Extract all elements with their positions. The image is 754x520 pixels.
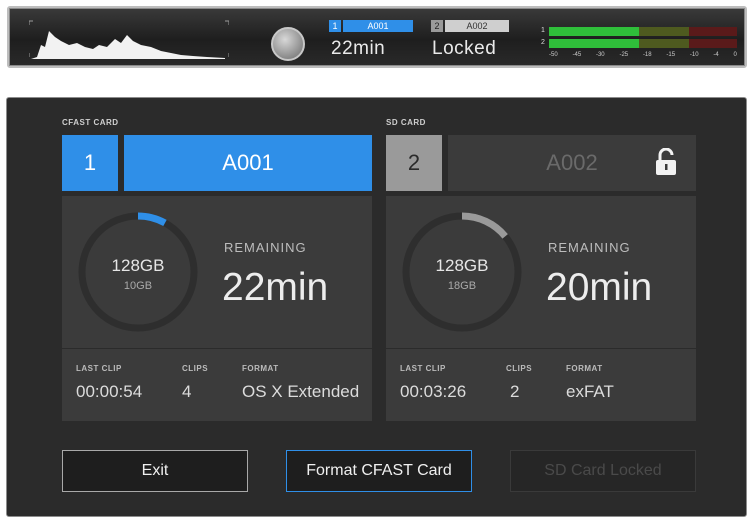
audio-meters: 1 2 -50 -45 -30 -25 -18 -15 -10 -4 0 bbox=[541, 24, 745, 66]
audio-scale-tick: -25 bbox=[619, 52, 629, 58]
audio-channel-1-label: 1 bbox=[541, 27, 545, 34]
sd-card-name-text: A002 bbox=[546, 150, 598, 175]
cfast-last-clip-label: LAST CLIP bbox=[76, 364, 122, 373]
sd-remaining-label: REMAINING bbox=[548, 240, 631, 255]
sd-last-clip-value: 00:03:26 bbox=[400, 382, 467, 401]
cfast-clips-value: 4 bbox=[182, 382, 192, 401]
histogram bbox=[29, 20, 229, 59]
sd-clips-value: 2 bbox=[510, 382, 520, 401]
sd-section-label: SD CARD bbox=[386, 118, 426, 127]
top-slot1-remaining: 22min bbox=[331, 38, 386, 59]
top-slot1-name: A001 bbox=[343, 20, 413, 32]
audio-scale-tick: -45 bbox=[572, 52, 582, 58]
cfast-remaining-value: 22min bbox=[222, 266, 329, 309]
top-slot2-badge: 2 A002 bbox=[431, 20, 509, 32]
cfast-divider bbox=[62, 348, 372, 349]
top-slot1-badge: 1 A001 bbox=[329, 20, 413, 32]
audio-scale-tick: -18 bbox=[642, 52, 652, 58]
cfast-capacity-used: 10GB bbox=[123, 280, 153, 292]
audio-scale-tick: -4 bbox=[713, 52, 719, 58]
cfast-last-clip-value: 00:00:54 bbox=[76, 382, 143, 401]
exit-button[interactable]: Exit bbox=[62, 450, 248, 492]
media-panel: CFAST CARD 1 A001 128GB 10GB REMAINING 2… bbox=[6, 97, 747, 517]
top-slot2-number: 2 bbox=[431, 20, 443, 32]
sd-card-info[interactable]: 128GB 18GB REMAINING 20min LAST CLIP 00:… bbox=[386, 196, 696, 421]
sd-remaining-value: 20min bbox=[546, 266, 653, 309]
sd-card-locked-button[interactable]: SD Card Locked bbox=[510, 450, 696, 492]
audio-scale: -50 -45 -30 -25 -18 -15 -10 -4 0 bbox=[549, 52, 737, 58]
sd-format-label: FORMAT bbox=[566, 364, 603, 373]
audio-scale-tick: 0 bbox=[733, 52, 737, 58]
cfast-format-label: FORMAT bbox=[242, 364, 279, 373]
cfast-card-info[interactable]: 128GB 10GB REMAINING 22min LAST CLIP 00:… bbox=[62, 196, 372, 421]
cfast-capacity-total: 128GB bbox=[111, 256, 165, 275]
audio-channel-2-label: 2 bbox=[541, 39, 545, 46]
cfast-clips-label: CLIPS bbox=[182, 364, 209, 373]
top-slot2-status: Locked bbox=[432, 38, 497, 59]
cfast-slot-number[interactable]: 1 bbox=[62, 135, 118, 191]
sd-clips-label: CLIPS bbox=[506, 364, 533, 373]
audio-scale-tick: -10 bbox=[689, 52, 699, 58]
unlock-icon bbox=[656, 148, 676, 175]
audio-scale-tick: -50 bbox=[549, 52, 558, 58]
cfast-remaining-label: REMAINING bbox=[224, 240, 307, 255]
cfast-card-name[interactable]: A001 bbox=[124, 135, 372, 191]
sd-slot-number[interactable]: 2 bbox=[386, 135, 442, 191]
sd-capacity-total: 128GB bbox=[435, 256, 489, 275]
sd-capacity-used: 18GB bbox=[447, 280, 477, 292]
audio-scale-tick: -15 bbox=[666, 52, 676, 58]
audio-meter-channel-1 bbox=[549, 27, 737, 36]
cfast-format-value: OS X Extended bbox=[242, 382, 360, 401]
audio-scale-tick: -30 bbox=[595, 52, 605, 58]
audio-meter-channel-2 bbox=[549, 39, 737, 48]
status-strip: 1 A001 22min 2 A002 Locked 1 2 -50 -45 -30… bbox=[7, 6, 747, 68]
top-slot1-number: 1 bbox=[329, 20, 341, 32]
sd-divider bbox=[386, 348, 696, 349]
record-button[interactable] bbox=[271, 27, 305, 61]
sd-format-value: exFAT bbox=[566, 382, 614, 401]
top-slot2-name: A002 bbox=[445, 20, 509, 32]
cfast-section-label: CFAST CARD bbox=[62, 118, 119, 127]
sd-last-clip-label: LAST CLIP bbox=[400, 364, 446, 373]
format-cfast-button[interactable]: Format CFAST Card bbox=[286, 450, 472, 492]
